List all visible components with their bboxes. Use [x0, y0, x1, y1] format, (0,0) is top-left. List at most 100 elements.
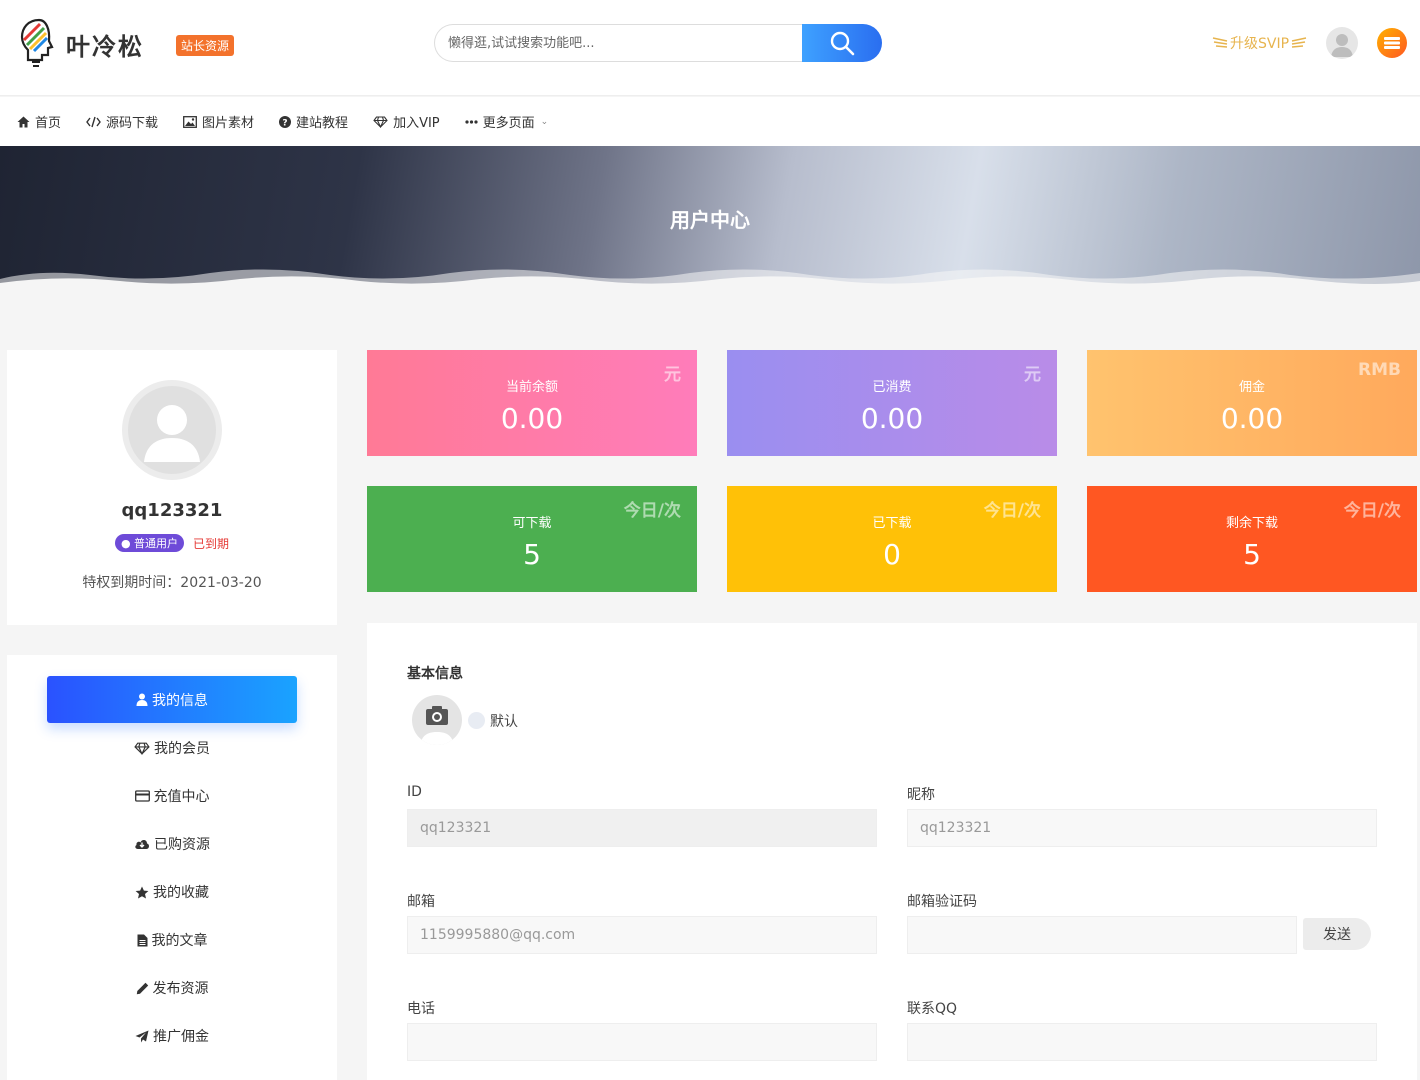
- nav-item-join-vip[interactable]: 加入VIP: [373, 112, 440, 131]
- page-banner: 用户中心: [0, 146, 1420, 289]
- home-icon: [17, 116, 30, 128]
- nickname-label: 昵称: [907, 787, 935, 803]
- side-item-label: 我的收藏: [153, 885, 209, 901]
- side-item-label: 我的会员: [154, 741, 210, 757]
- side-item-recharge[interactable]: 充值中心: [7, 781, 337, 811]
- nickname-field[interactable]: [907, 809, 1377, 847]
- role-badge: ● 普通用户: [114, 534, 185, 552]
- profile-avatar[interactable]: [122, 380, 222, 480]
- nav-item-source-download[interactable]: 源码下载: [86, 112, 158, 131]
- side-item-articles[interactable]: 我的文章: [7, 925, 337, 955]
- stat-unit: 今日/次: [1343, 501, 1401, 521]
- server-menu-icon: [1384, 37, 1400, 49]
- nav-item-images[interactable]: 图片素材: [183, 112, 254, 131]
- stat-label: 已消费: [872, 380, 912, 395]
- image-icon: [183, 115, 197, 128]
- profile-card: qq123321 ● 普通用户 已到期 特权到期时间：2021-03-20: [7, 350, 337, 625]
- nav-item-home[interactable]: 首页: [17, 112, 61, 131]
- nav-label: 图片素材: [202, 116, 255, 131]
- avatar-default-label: 默认: [490, 714, 518, 730]
- svip-label: 升级SVIP: [1230, 36, 1290, 52]
- page-title: 用户中心: [670, 208, 750, 232]
- chevron-down-icon: ⌄: [540, 116, 549, 127]
- stat-card-commission: 佣金 0.00 RMB: [1087, 350, 1417, 456]
- email-code-field[interactable]: [907, 916, 1297, 954]
- user-avatar-icon: [1331, 34, 1353, 57]
- email-code-label: 邮箱验证码: [907, 894, 977, 910]
- side-item-label: 推广佣金: [153, 1029, 209, 1045]
- stat-card-consumed: 已消费 0.00 元: [727, 350, 1057, 456]
- banner-wave-decoration: [0, 269, 1420, 289]
- email-field[interactable]: [407, 916, 877, 954]
- nav-label: 首页: [35, 116, 62, 131]
- credit-card-icon: [134, 790, 150, 802]
- profile-badges: ● 普通用户 已到期: [7, 534, 337, 552]
- send-code-button[interactable]: 发送: [1303, 918, 1371, 950]
- side-item-label: 发布资源: [152, 981, 209, 997]
- side-item-favorites[interactable]: 我的收藏: [7, 877, 337, 907]
- cloud-download-icon: [134, 838, 150, 850]
- stat-unit: RMB: [1358, 360, 1401, 380]
- header-avatar[interactable]: [1326, 27, 1358, 59]
- main-nav: 首页 源码下载 图片素材 ? 建站教程 加入VIP 更多页面 ⌄: [0, 97, 1420, 146]
- avatar-default-radio[interactable]: [468, 712, 485, 729]
- role-label: 普通用户: [134, 537, 179, 550]
- stat-value: 5: [1243, 538, 1261, 571]
- stat-card-remaining: 剩余下载 5 今日/次: [1087, 486, 1417, 592]
- side-item-label: 充值中心: [153, 789, 210, 805]
- menu-toggle-button[interactable]: [1377, 28, 1407, 58]
- status-badge: 已到期: [193, 536, 230, 551]
- stat-unit: 今日/次: [623, 501, 681, 521]
- nav-item-more-pages[interactable]: 更多页面 ⌄: [465, 112, 549, 131]
- logo-head-icon: [20, 18, 54, 67]
- star-icon: [135, 886, 149, 899]
- question-icon: ?: [279, 115, 292, 128]
- side-item-label: 我的信息: [152, 692, 208, 709]
- side-item-label: 已购资源: [154, 837, 210, 853]
- stat-label: 当前余额: [505, 380, 558, 395]
- id-field[interactable]: [407, 809, 877, 847]
- search-input[interactable]: [434, 24, 814, 62]
- stat-card-balance: 当前余额 0.00 元: [367, 350, 697, 456]
- stat-value: 0.00: [500, 402, 564, 435]
- svg-text:?: ?: [282, 118, 287, 128]
- privilege-expire-time: 特权到期时间：2021-03-20: [82, 575, 262, 591]
- basic-info-panel: 基本信息 默认 ID 昵称 邮箱 邮箱验证码 发送 电话 联系QQ: [367, 623, 1417, 1080]
- email-label: 邮箱: [407, 894, 435, 910]
- side-item-my-info[interactable]: 我的信息: [47, 676, 297, 723]
- side-item-purchased[interactable]: 已购资源: [7, 829, 337, 859]
- user-icon: ●: [120, 537, 131, 550]
- upgrade-svip-link[interactable]: 升级SVIP: [1212, 33, 1307, 53]
- side-item-commission[interactable]: 推广佣金: [7, 1021, 337, 1051]
- stat-value: 5: [523, 538, 541, 571]
- phone-field[interactable]: [407, 1023, 877, 1061]
- camera-icon: [420, 706, 454, 745]
- side-item-publish[interactable]: 发布资源: [7, 973, 337, 1003]
- profile-username: qq123321: [121, 500, 223, 521]
- wing-left-icon: [1212, 37, 1228, 48]
- qq-field[interactable]: [907, 1023, 1377, 1061]
- logo-text: 叶冷松: [66, 31, 144, 61]
- nav-label: 更多页面: [482, 116, 535, 131]
- nav-label: 建站教程: [296, 116, 349, 131]
- side-item-membership[interactable]: 我的会员: [7, 733, 337, 763]
- stat-unit: 元: [664, 365, 681, 385]
- nav-item-tutorials[interactable]: ? 建站教程: [279, 112, 348, 131]
- site-logo[interactable]: 叶冷松: [18, 16, 144, 72]
- site-tag-badge: 站长资源: [176, 35, 235, 56]
- diamond-icon: [373, 115, 388, 128]
- search-button[interactable]: [802, 24, 882, 62]
- phone-label: 电话: [407, 1001, 435, 1017]
- stat-unit: 元: [1024, 365, 1041, 385]
- avatar-upload-button[interactable]: [412, 695, 462, 745]
- id-label: ID: [407, 784, 422, 800]
- side-item-label: 我的文章: [151, 933, 208, 949]
- search-icon: [830, 31, 855, 56]
- code-icon: [86, 116, 101, 128]
- stat-value: 0: [883, 538, 901, 571]
- nav-label: 源码下载: [106, 116, 159, 131]
- qq-label: 联系QQ: [907, 1001, 958, 1017]
- wing-right-icon: [1291, 37, 1307, 48]
- stat-card-downloaded: 已下载 0 今日/次: [727, 486, 1057, 592]
- stat-card-downloadable: 可下载 5 今日/次: [367, 486, 697, 592]
